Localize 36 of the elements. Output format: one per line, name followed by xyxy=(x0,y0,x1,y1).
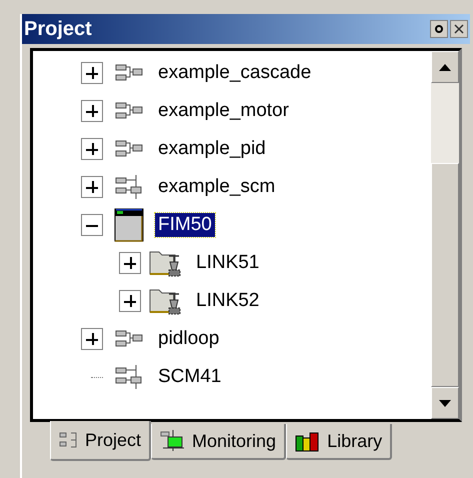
tab[interactable]: Project xyxy=(50,421,152,461)
tree-item[interactable]: example_cascade xyxy=(155,61,314,85)
expand-icon[interactable] xyxy=(81,138,103,160)
tree-item[interactable]: example_pid xyxy=(155,137,269,161)
tree-item[interactable]: LINK51 xyxy=(193,251,262,275)
expand-icon[interactable] xyxy=(81,328,103,350)
sequence-icon xyxy=(114,174,144,200)
tree-icon xyxy=(59,431,79,449)
scroll-up-button[interactable] xyxy=(431,51,459,83)
expand-icon[interactable] xyxy=(119,290,141,312)
tree-item[interactable]: SCM41 xyxy=(155,365,224,389)
close-button[interactable] xyxy=(450,20,468,38)
expand-icon[interactable] xyxy=(81,100,103,122)
expand-icon[interactable] xyxy=(119,252,141,274)
collapse-icon[interactable] xyxy=(81,214,103,236)
tree-item[interactable]: FIM50 xyxy=(155,213,215,237)
expand-icon[interactable] xyxy=(81,62,103,84)
scroll-thumb[interactable] xyxy=(431,163,459,387)
close-icon xyxy=(454,24,464,34)
tab[interactable]: Monitoring xyxy=(151,424,286,460)
scrollbar[interactable] xyxy=(431,51,459,419)
sequence-icon xyxy=(114,364,144,390)
down-arrow-icon xyxy=(439,400,451,406)
expand-icon[interactable] xyxy=(81,176,103,198)
window-title: Project xyxy=(24,17,92,42)
pin-button[interactable] xyxy=(430,20,448,38)
tab[interactable]: Library xyxy=(286,424,392,460)
window-icon xyxy=(114,208,144,242)
tree-item[interactable]: example_motor xyxy=(155,99,292,123)
tree-item[interactable]: example_scm xyxy=(155,175,278,199)
tree-item[interactable]: pidloop xyxy=(155,327,222,351)
scroll-down-button[interactable] xyxy=(431,387,459,419)
monitor-icon xyxy=(160,430,186,452)
books-icon xyxy=(295,430,322,452)
tree-item[interactable]: LINK52 xyxy=(193,289,262,313)
up-arrow-icon xyxy=(439,64,451,70)
